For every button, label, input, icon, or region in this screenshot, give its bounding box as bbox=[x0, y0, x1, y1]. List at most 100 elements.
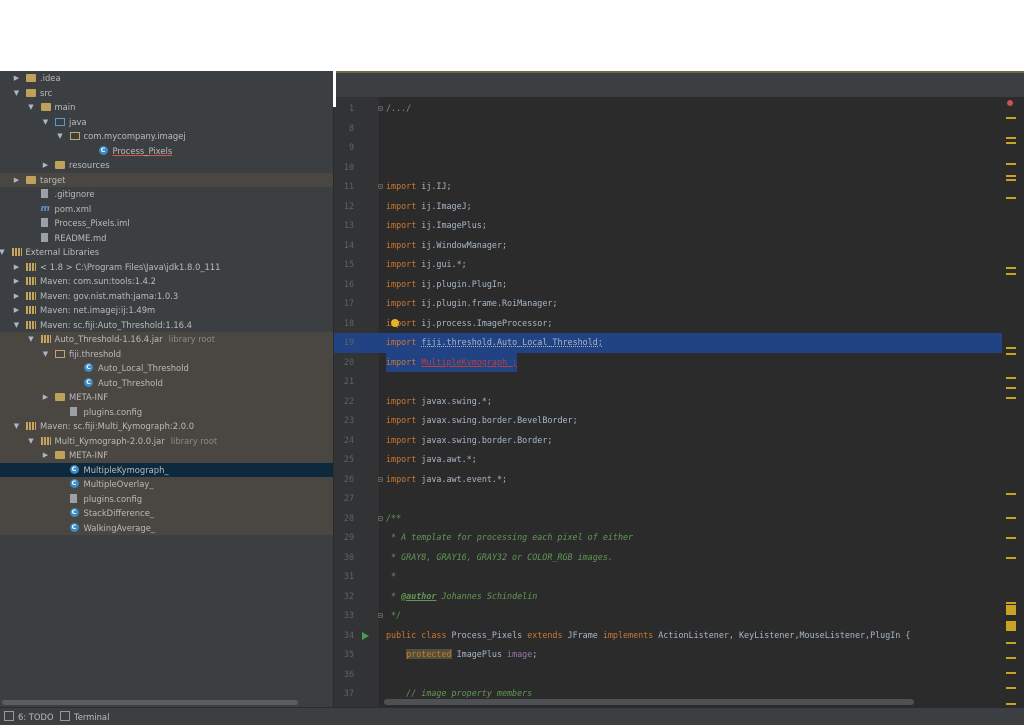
stripe-marker[interactable] bbox=[1006, 657, 1016, 659]
code-text[interactable]: import ij.process.ImageProcessor; bbox=[386, 314, 552, 334]
code-text[interactable]: import ij.WindowManager; bbox=[386, 236, 507, 256]
code-line[interactable]: 19 import fiji.threshold.Auto_Local_Thres… bbox=[334, 333, 1024, 353]
stripe-marker[interactable] bbox=[1006, 493, 1016, 495]
code-text[interactable]: * A template for processing each pixel o… bbox=[386, 528, 633, 548]
panel-divider[interactable] bbox=[333, 71, 334, 707]
tree-item[interactable]: ▼ com.mycompany.imagej bbox=[0, 129, 334, 144]
code-text[interactable]: import ij.plugin.frame.RoiManager; bbox=[386, 294, 557, 314]
todo-tab[interactable]: 6: TODO bbox=[4, 711, 54, 722]
tree-item[interactable]: Process_Pixels.iml bbox=[0, 216, 334, 231]
chevron-down-icon[interactable]: ▼ bbox=[0, 245, 7, 260]
code-line[interactable]: 27 bbox=[334, 489, 1024, 509]
code-line[interactable]: 29 * A template for processing each pixe… bbox=[334, 528, 1024, 548]
code-text[interactable]: import ij.IJ; bbox=[386, 177, 452, 197]
project-tree[interactable]: ▶ .idea ▼ src ▼ main ▼ java ▼ com.mycompany.image… bbox=[0, 71, 334, 707]
stripe-marker[interactable] bbox=[1006, 387, 1016, 389]
chevron-right-icon[interactable]: ▶ bbox=[41, 158, 50, 173]
chevron-down-icon[interactable]: ▼ bbox=[56, 129, 65, 144]
code-line[interactable]: 10 bbox=[334, 158, 1024, 178]
code-text[interactable]: /.../ bbox=[386, 99, 411, 119]
stripe-marker[interactable] bbox=[1006, 517, 1016, 519]
lightbulb-icon[interactable] bbox=[391, 318, 399, 327]
code-line[interactable]: 24 import javax.swing.border.Border; bbox=[334, 431, 1024, 451]
code-text[interactable]: import javax.swing.border.Border; bbox=[386, 431, 552, 451]
stripe-marker[interactable] bbox=[1006, 163, 1016, 165]
chevron-right-icon[interactable]: ▶ bbox=[12, 71, 21, 86]
tree-item[interactable]: README.md bbox=[0, 231, 334, 246]
code-text[interactable]: import fiji.threshold.Auto_Local_Thresho… bbox=[386, 333, 603, 353]
stripe-marker[interactable] bbox=[1006, 602, 1016, 604]
tree-item[interactable]: ▶ target bbox=[0, 172, 334, 187]
code-text[interactable]: import javax.swing.border.BevelBorder; bbox=[386, 411, 578, 431]
code-line[interactable]: 15 import ij.gui.*; bbox=[334, 255, 1024, 275]
code-line[interactable]: 31 * bbox=[334, 567, 1024, 587]
tree-item[interactable]: C Process_Pixels bbox=[0, 144, 334, 159]
code-line[interactable]: 18 import ij.process.ImageProcessor; bbox=[334, 314, 1024, 334]
stripe-marker[interactable] bbox=[1006, 621, 1016, 631]
code-text[interactable]: import ij.ImagePlus; bbox=[386, 216, 487, 236]
tree-item[interactable]: ▼ Maven: sc.fiji:Multi_Kymograph:2.0.0 bbox=[0, 419, 334, 434]
fold-icon[interactable]: ⊟ bbox=[378, 509, 383, 529]
chevron-right-icon[interactable]: ▶ bbox=[12, 289, 21, 304]
code-line[interactable]: 21 bbox=[334, 372, 1024, 392]
tree-item[interactable]: ▼ java bbox=[0, 115, 334, 130]
stripe-marker[interactable] bbox=[1006, 353, 1016, 355]
code-text[interactable]: /** bbox=[386, 509, 401, 529]
code-text[interactable]: import MultipleKymograph_; bbox=[386, 352, 518, 372]
tree-item[interactable]: ▶ < 1.8 > C:\Program Files\Java\jdk1.8.0_… bbox=[0, 260, 334, 275]
code-line[interactable]: 28 /** ⊟ bbox=[334, 509, 1024, 529]
tree-item[interactable]: C MultipleOverlay_ bbox=[0, 477, 334, 492]
stripe-marker[interactable] bbox=[1006, 347, 1016, 349]
stripe-marker[interactable] bbox=[1006, 377, 1016, 379]
chevron-right-icon[interactable]: ▶ bbox=[12, 303, 21, 318]
tree-item[interactable]: C WalkingAverage_ bbox=[0, 520, 334, 535]
editor-horizontal-scrollbar[interactable] bbox=[384, 699, 914, 705]
scrollbar-thumb[interactable] bbox=[2, 700, 298, 705]
chevron-right-icon[interactable]: ▶ bbox=[12, 260, 21, 275]
code-line[interactable]: 25 import java.awt.*; bbox=[334, 450, 1024, 470]
tree-item[interactable]: C StackDifference_ bbox=[0, 506, 334, 521]
code-text[interactable]: * @author Johannes Schindelin bbox=[386, 587, 537, 607]
error-indicator-icon[interactable] bbox=[1007, 100, 1013, 106]
code-text[interactable]: protected ImagePlus image; bbox=[386, 645, 537, 665]
code-line[interactable]: 16 import ij.plugin.PlugIn; bbox=[334, 275, 1024, 295]
code-text[interactable]: import javax.swing.*; bbox=[386, 392, 492, 412]
run-gutter-icon[interactable] bbox=[362, 631, 369, 640]
code-text[interactable]: */ bbox=[386, 606, 401, 626]
stripe-marker[interactable] bbox=[1006, 687, 1016, 689]
code-line[interactable]: 36 bbox=[334, 665, 1024, 685]
code-line[interactable]: 35 protected ImagePlus image; bbox=[334, 645, 1024, 665]
chevron-down-icon[interactable]: ▼ bbox=[41, 115, 50, 130]
tree-item[interactable]: C Auto_Threshold bbox=[0, 375, 334, 390]
stripe-marker[interactable] bbox=[1006, 397, 1016, 399]
stripe-marker[interactable] bbox=[1006, 142, 1016, 144]
tree-item[interactable]: ▼ Maven: sc.fiji:Auto_Threshold:1.16.4 bbox=[0, 318, 334, 333]
code-line[interactable]: 30 * GRAY8, GRAY16, GRAY32 or COLOR_RGB … bbox=[334, 548, 1024, 568]
chevron-down-icon[interactable]: ▼ bbox=[27, 100, 36, 115]
tree-item[interactable]: C Auto_Local_Threshold bbox=[0, 361, 334, 376]
code-line[interactable]: 32 * @author Johannes Schindelin bbox=[334, 587, 1024, 607]
chevron-down-icon[interactable]: ▼ bbox=[12, 419, 21, 434]
tree-item[interactable]: ▼ fiji.threshold bbox=[0, 346, 334, 362]
code-line[interactable]: 26 import java.awt.event.*; ⊟ bbox=[334, 470, 1024, 490]
code-line[interactable]: 22 import javax.swing.*; bbox=[334, 392, 1024, 412]
stripe-marker[interactable] bbox=[1006, 605, 1016, 615]
stripe-marker[interactable] bbox=[1006, 179, 1016, 181]
fold-icon[interactable]: ⊟ bbox=[378, 177, 383, 197]
chevron-down-icon[interactable]: ▼ bbox=[27, 434, 36, 449]
terminal-tab[interactable]: Terminal bbox=[60, 711, 109, 722]
chevron-down-icon[interactable]: ▼ bbox=[41, 347, 50, 362]
code-text[interactable]: import ij.plugin.PlugIn; bbox=[386, 275, 507, 295]
stripe-marker[interactable] bbox=[1006, 672, 1016, 674]
fold-icon[interactable]: ⊟ bbox=[378, 470, 383, 490]
code-text[interactable]: * GRAY8, GRAY16, GRAY32 or COLOR_RGB ima… bbox=[386, 548, 613, 568]
chevron-right-icon[interactable]: ▶ bbox=[12, 274, 21, 289]
tree-item[interactable]: plugins.config bbox=[0, 491, 334, 506]
chevron-right-icon[interactable]: ▶ bbox=[41, 390, 50, 405]
code-line[interactable]: 20 import MultipleKymograph_; bbox=[334, 352, 1024, 372]
tree-item[interactable]: ▶ META-INF bbox=[0, 390, 334, 405]
tree-item[interactable]: ▶ resources bbox=[0, 158, 334, 173]
code-editor[interactable]: 1/.../⊟ 8 9 10 11 import ij.IJ; ⊟ 12 import ij.I… bbox=[334, 97, 1024, 707]
code-line[interactable]: 14 import ij.WindowManager; bbox=[334, 236, 1024, 256]
code-line[interactable]: 23 import javax.swing.border.BevelBorder; bbox=[334, 411, 1024, 431]
